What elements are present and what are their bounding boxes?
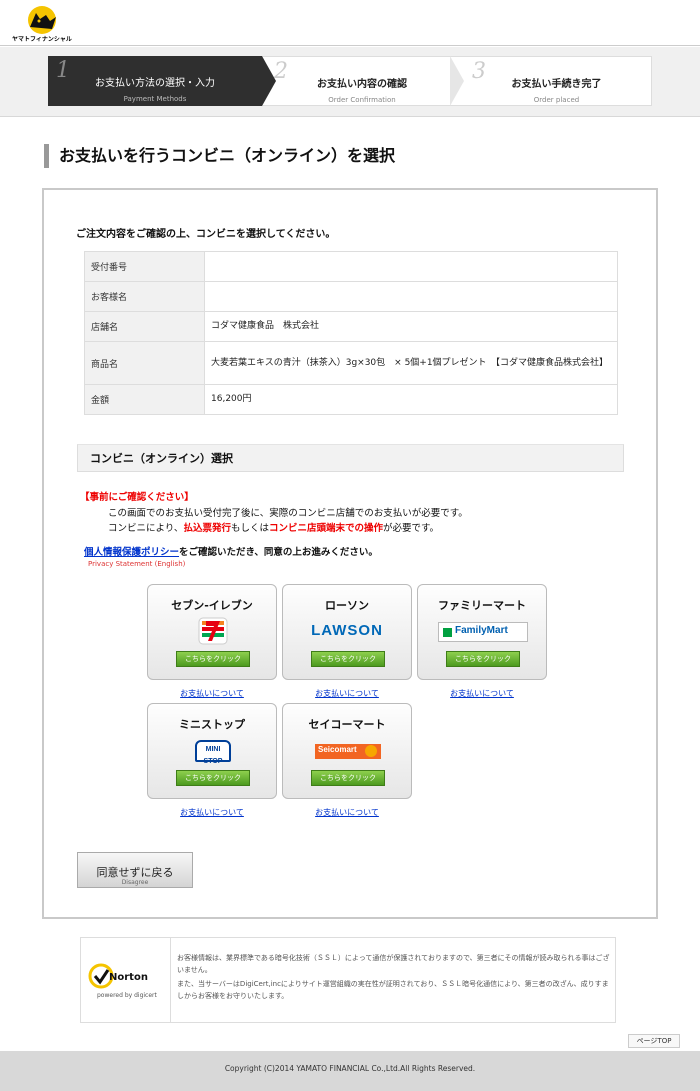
back-button-label: 同意せずに戻る <box>96 866 174 879</box>
store-name: ローソン <box>325 599 369 612</box>
black-cat-icon <box>28 6 56 34</box>
back-button-sublabel: Disagree <box>121 879 149 886</box>
step-payment-methods: 1 お支払い方法の選択・入力 Payment Methods <box>48 56 262 106</box>
row-value <box>204 281 618 312</box>
click-here-button[interactable]: こちらをクリック <box>446 651 520 667</box>
notice-title: 【事前にご確認ください】 <box>80 492 194 503</box>
step-arrow <box>450 56 464 106</box>
row-value: 16,200円 <box>204 384 618 415</box>
lawson-logo-icon: LAWSON <box>283 617 411 645</box>
click-here-button[interactable]: こちらをクリック <box>176 770 250 786</box>
row-label: 店舗名 <box>84 311 205 342</box>
step-label: お支払い内容の確認 <box>317 79 407 90</box>
store-name: ミニストップ <box>179 718 245 731</box>
store-seven-eleven-button[interactable]: セブン-イレブン こちらをクリック <box>147 584 277 680</box>
ssl-description: また、当サーバーはDigiCert,incによりサイト運営組織の実在性が証明され… <box>177 980 609 1000</box>
payment-info-link[interactable]: お支払いについて <box>417 688 547 699</box>
step-arrow <box>262 56 276 106</box>
row-label: お客様名 <box>84 281 205 312</box>
privacy-policy-link[interactable]: 個人情報保護ポリシー <box>84 547 179 558</box>
step-sublabel: Order placed <box>533 96 580 104</box>
notice-text: この画面でのお支払い受付完了後に、実際のコンビニ店舗でのお支払いが必要です。 <box>108 508 468 519</box>
copyright-text: Copyright (C)2014 YAMATO FINANCIAL Co.,L… <box>224 1064 476 1073</box>
norton-subtext: powered by digicert <box>97 992 157 999</box>
norton-seal[interactable]: Norton powered by digicert <box>81 938 171 1022</box>
privacy-notice-text: をご確認いただき、同意の上お進みください。 <box>179 547 378 558</box>
notice-highlight: 払込票発行 <box>183 523 231 534</box>
table-row: 店舗名 コダマ健康食品 株式会社 <box>84 311 618 342</box>
store-ministop-button[interactable]: ミニストップ MINI STOP こちらをクリック <box>147 703 277 799</box>
yamato-logo[interactable]: ヤマトフィナンシャル <box>12 5 72 43</box>
disagree-back-button[interactable]: 同意せずに戻る Disagree <box>77 852 193 888</box>
site-header: ヤマトフィナンシャル <box>0 0 700 46</box>
instruction-text: ご注文内容をご確認の上、コンビニを選択してください。 <box>76 229 336 240</box>
payment-info-link[interactable]: お支払いについて <box>282 807 412 818</box>
payment-info-link[interactable]: お支払いについて <box>147 688 277 699</box>
step-sublabel: Payment Methods <box>123 95 187 103</box>
seven-eleven-logo-icon <box>148 617 276 645</box>
store-name: セイコーマート <box>308 718 386 731</box>
site-footer: Copyright (C)2014 YAMATO FINANCIAL Co.,L… <box>0 1051 700 1091</box>
click-here-button[interactable]: こちらをクリック <box>311 770 385 786</box>
step-order-confirmation: 2 お支払い内容の確認 Order Confirmation <box>262 56 462 106</box>
order-details-table: 受付番号 お客様名 店舗名 コダマ健康食品 株式会社 商品名 大麦若葉エキスの青… <box>84 251 618 415</box>
familymart-logo-icon: FamilyMart <box>418 617 546 645</box>
privacy-statement-english-link[interactable]: Privacy Statement (English) <box>88 560 185 568</box>
page-title: お支払いを行うコンビニ（オンライン）を選択 <box>44 144 664 168</box>
step-label: お支払い手続き完了 <box>511 79 602 90</box>
row-label: 受付番号 <box>84 251 205 282</box>
notice-text-part: が必要です。 <box>382 523 440 534</box>
step-sublabel: Order Confirmation <box>328 96 396 104</box>
table-row: 受付番号 <box>84 251 618 282</box>
row-value: 大麦若葉エキスの青汁（抹茶入）3g×30包 × 5個+1個プレゼント 【コダマ健… <box>204 341 618 385</box>
payment-info-link[interactable]: お支払いについて <box>282 688 412 699</box>
ssl-security-notice: Norton powered by digicert お客様情報は、業界標準であ… <box>80 937 616 1023</box>
store-lawson-button[interactable]: ローソン LAWSON こちらをクリック <box>282 584 412 680</box>
table-row: 商品名 大麦若葉エキスの青汁（抹茶入）3g×30包 × 5個+1個プレゼント 【… <box>84 341 618 385</box>
logo-text: ヤマトフィナンシャル <box>12 36 72 43</box>
notice-text-part: コンビニにより、 <box>108 523 184 534</box>
store-name: ファミリーマート <box>438 599 526 612</box>
step-label: お支払い方法の選択・入力 <box>95 78 215 89</box>
table-row: 金額 16,200円 <box>84 384 618 415</box>
seicomart-logo-icon: Seicomart <box>283 736 411 764</box>
row-value: コダマ健康食品 株式会社 <box>204 311 618 342</box>
convenience-section-header: コンビニ（オンライン）選択 <box>77 444 624 472</box>
privacy-notice: 個人情報保護ポリシーをご確認いただき、同意の上お進みください。 <box>84 544 378 558</box>
notice-text: コンビニにより、払込票発行もしくはコンビニ店頭端末での操作が必要です。 <box>108 520 439 534</box>
notice-highlight: コンビニ店頭端末での操作 <box>268 523 383 534</box>
store-familymart-button[interactable]: ファミリーマート FamilyMart こちらをクリック <box>417 584 547 680</box>
click-here-button[interactable]: こちらをクリック <box>176 651 250 667</box>
seicomart-logo-text: Seicomart <box>318 745 357 754</box>
norton-text: Norton <box>109 972 148 983</box>
store-seicomart-button[interactable]: セイコーマート Seicomart こちらをクリック <box>282 703 412 799</box>
table-row: お客様名 <box>84 281 618 312</box>
familymart-logo-text: FamilyMart <box>455 625 508 636</box>
click-here-button[interactable]: こちらをクリック <box>311 651 385 667</box>
step-order-placed: 3 お支払い手続き完了 Order placed <box>462 56 652 106</box>
ministop-logo-icon: MINI STOP <box>148 736 276 765</box>
notice-text-part: もしくは <box>230 523 269 534</box>
store-name: セブン-イレブン <box>171 599 253 612</box>
row-value <box>204 251 618 282</box>
ministop-logo-text: MINI STOP <box>203 746 223 765</box>
payment-info-link[interactable]: お支払いについて <box>147 807 277 818</box>
row-label: 商品名 <box>84 341 205 385</box>
ssl-description: お客様情報は、業界標準である暗号化技術（ＳＳＬ）によって通信が保護されております… <box>177 954 610 974</box>
lawson-logo-text: LAWSON <box>311 622 383 639</box>
row-label: 金額 <box>84 384 205 415</box>
page-top-button[interactable]: ページTOP <box>628 1034 680 1048</box>
